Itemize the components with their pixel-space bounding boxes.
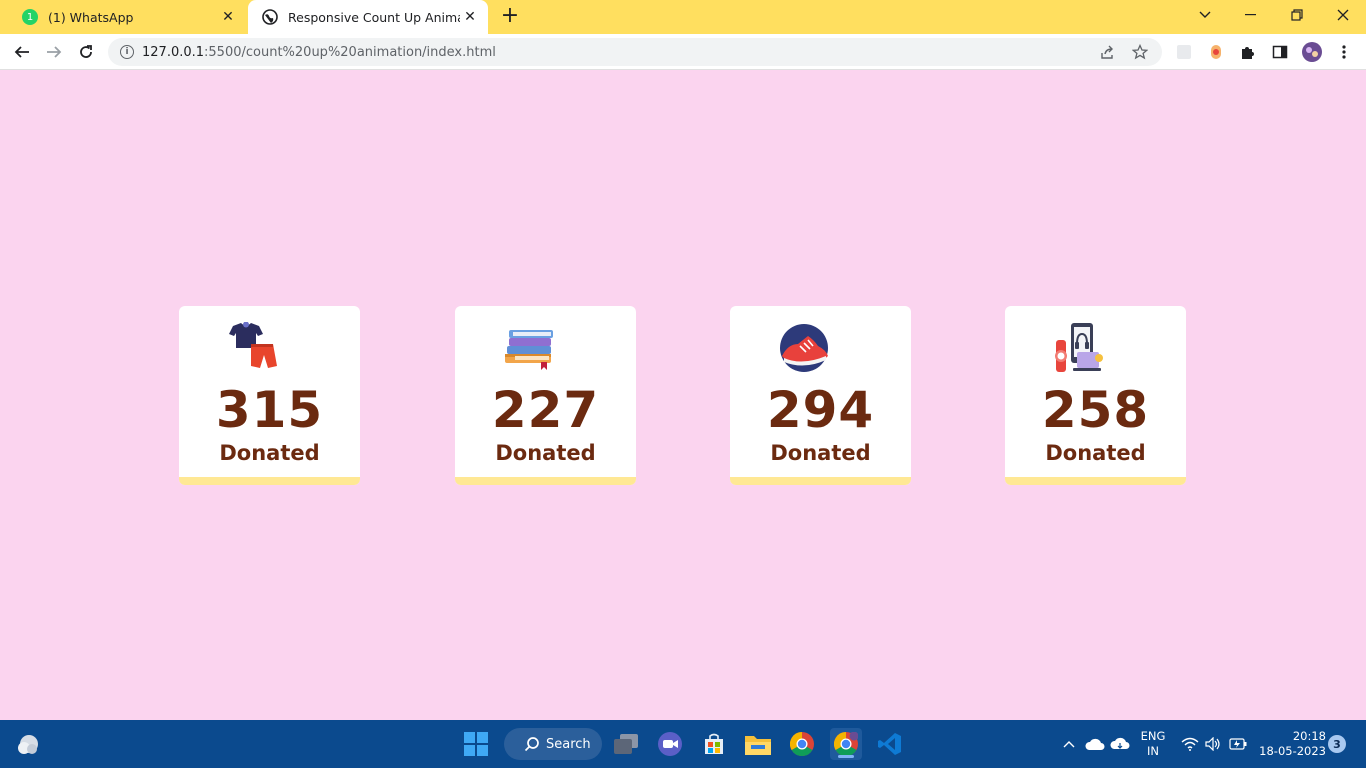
close-icon[interactable]: ✕ (460, 9, 480, 25)
side-panel-icon[interactable] (1270, 42, 1290, 62)
back-button[interactable] (10, 40, 34, 64)
books-icon (505, 330, 553, 370)
meet-video-icon[interactable] (654, 728, 686, 760)
tab-strip: 1 (1) WhatsApp ✕ Responsive Count Up Ani… (0, 0, 1366, 34)
donation-card-shoes: 294 Donated (730, 306, 911, 485)
card-accent-bar (455, 477, 636, 485)
address-bar[interactable]: i 127.0.0.1:5500/count%20up%20animation/… (108, 38, 1162, 66)
page-viewport: 315 Donated 227 Donated 294 Donated 258 … (0, 70, 1366, 720)
shoe-icon (780, 324, 828, 372)
new-tab-button[interactable]: + (498, 5, 522, 29)
task-view-icon[interactable] (610, 728, 642, 760)
donation-card-books: 227 Donated (455, 306, 636, 485)
vscode-icon[interactable] (874, 728, 906, 760)
battery-icon[interactable] (1226, 728, 1250, 760)
tab-search-chevron-icon[interactable] (1182, 0, 1228, 30)
forward-button[interactable] (42, 40, 66, 64)
donated-count: 294 (766, 381, 875, 439)
weather-icon[interactable] (12, 728, 44, 760)
tab-title: (1) WhatsApp (48, 9, 134, 25)
search-label: Search (546, 736, 591, 752)
card-accent-bar (1005, 477, 1186, 485)
donation-card-gadgets: 258 Donated (1005, 306, 1186, 485)
volume-icon[interactable] (1202, 728, 1224, 760)
donated-label: Donated (219, 441, 320, 465)
chrome-icon[interactable] (786, 728, 818, 760)
url-text[interactable]: 127.0.0.1:5500/count%20up%20animation/in… (142, 45, 1098, 60)
menu-kebab-icon[interactable] (1334, 42, 1354, 62)
close-icon[interactable]: ✕ (218, 9, 238, 25)
tab-count-up[interactable]: Responsive Count Up Animation ✕ (248, 0, 488, 34)
clothes-icon (229, 322, 277, 368)
donated-count: 227 (491, 381, 600, 439)
start-windows-icon[interactable] (460, 728, 492, 760)
chrome-profile-icon[interactable] (830, 728, 862, 760)
notification-badge[interactable]: 3 (1328, 735, 1346, 753)
minimize-button[interactable] (1228, 0, 1274, 30)
site-info-icon[interactable]: i (120, 45, 134, 59)
profile-avatar[interactable] (1302, 42, 1322, 62)
donated-label: Donated (1045, 441, 1146, 465)
onedrive-cloud-icon[interactable] (1082, 728, 1108, 760)
puzzle-icon[interactable] (1238, 42, 1258, 62)
tab-whatsapp[interactable]: 1 (1) WhatsApp ✕ (8, 0, 246, 34)
donated-label: Donated (770, 441, 871, 465)
microsoft-store-icon[interactable] (698, 728, 730, 760)
donated-count: 315 (215, 381, 324, 439)
whatsapp-icon: 1 (22, 9, 38, 25)
recorder-extension-icon[interactable] (1206, 42, 1226, 62)
close-window-button[interactable] (1320, 0, 1366, 30)
clock[interactable]: 20:18 18-05-2023 (1258, 729, 1326, 759)
wifi-icon[interactable] (1178, 728, 1202, 760)
gadgets-icon (1055, 323, 1103, 372)
search-icon (524, 737, 539, 752)
windows-taskbar: Search ENG IN 20:18 18-05-2023 3 (0, 720, 1366, 768)
share-icon[interactable] (1098, 42, 1118, 62)
extension-icon[interactable] (1174, 42, 1194, 62)
reload-button[interactable] (74, 40, 98, 64)
language-indicator[interactable]: ENG IN (1136, 729, 1170, 759)
active-app-indicator (838, 755, 854, 758)
taskbar-search[interactable]: Search (504, 728, 602, 760)
card-accent-bar (730, 477, 911, 485)
card-accent-bar (179, 477, 360, 485)
tab-title: Responsive Count Up Animation (288, 9, 460, 25)
bookmark-star-icon[interactable] (1130, 42, 1150, 62)
donated-count: 258 (1041, 381, 1150, 439)
browser-toolbar: i 127.0.0.1:5500/count%20up%20animation/… (0, 34, 1366, 70)
chevron-up-icon[interactable] (1058, 728, 1080, 760)
cloud-sync-icon[interactable] (1108, 728, 1132, 760)
globe-icon (262, 9, 278, 25)
donated-label: Donated (495, 441, 596, 465)
file-explorer-icon[interactable] (742, 728, 774, 760)
restore-button[interactable] (1274, 0, 1320, 30)
donation-card-clothes: 315 Donated (179, 306, 360, 485)
